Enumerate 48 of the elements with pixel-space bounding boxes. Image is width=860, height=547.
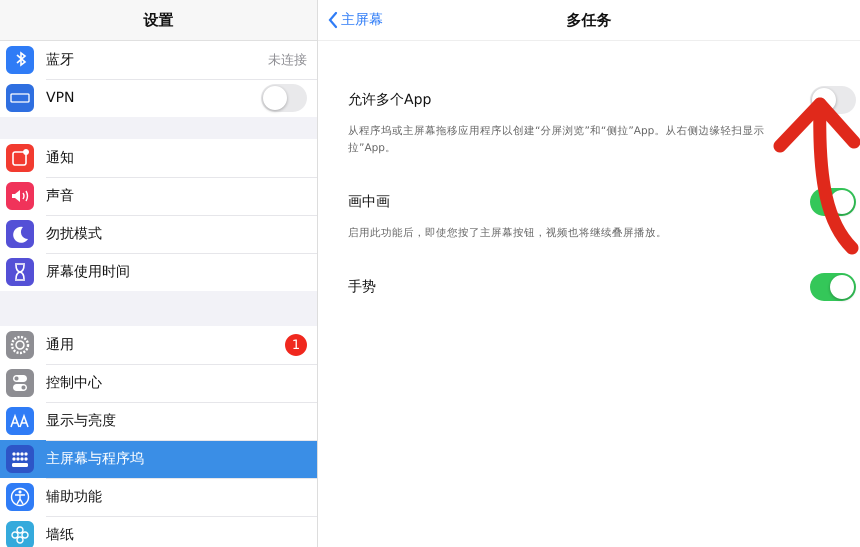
settings-row[interactable]: 声音: [0, 177, 317, 215]
setting-label: 画中画: [348, 193, 390, 211]
app-grid-icon: [6, 445, 34, 473]
moon-icon: [6, 220, 34, 248]
accessibility-icon: [6, 483, 34, 511]
row-label: 控制中心: [46, 374, 103, 392]
vpn-icon: [6, 84, 34, 112]
back-button[interactable]: 主屏幕: [328, 11, 383, 29]
row-label: 声音: [46, 187, 75, 205]
text-size-icon: [6, 407, 34, 435]
description-text: 从程序坞或主屏幕拖移应用程序以创建“分屏浏览”和“侧拉”App。从右侧边缘轻扫显示: [348, 124, 766, 139]
description-text: 启用此功能后，即使您按了主屏幕按钮，视频也将继续叠屏播放。: [348, 226, 668, 241]
notification-badge: 1: [285, 334, 307, 356]
settings-row[interactable]: 控制中心: [0, 364, 317, 402]
settings-row[interactable]: 显示与亮度: [0, 402, 317, 440]
chevron-left-icon: [328, 11, 338, 29]
speaker-icon: [6, 182, 34, 210]
setting-label: 手势: [348, 278, 376, 296]
settings-row[interactable]: 墙纸: [0, 516, 317, 547]
notification-icon: [6, 144, 34, 172]
row-label: 主屏幕与程序坞: [46, 450, 145, 468]
row-label: 墙纸: [46, 526, 75, 544]
row-label: 显示与亮度: [46, 412, 117, 430]
row-label: 蓝牙: [46, 51, 75, 69]
row-label: 通用: [46, 336, 75, 354]
settings-row[interactable]: 屏幕使用时间: [0, 253, 317, 291]
settings-row[interactable]: 勿扰模式: [0, 215, 317, 253]
row-label: 通知: [46, 149, 75, 167]
row-label: VPN: [46, 90, 76, 106]
sidebar-title: 设置: [144, 10, 174, 30]
settings-row[interactable]: 蓝牙 未连接: [0, 41, 317, 79]
page-title: 多任务: [566, 10, 612, 28]
row-label: 辅助功能: [46, 488, 103, 506]
settings-row[interactable]: 通用 1: [0, 326, 317, 364]
row-label: 勿扰模式: [46, 225, 103, 243]
toggles-icon: [6, 369, 34, 397]
row-label: 屏幕使用时间: [46, 263, 131, 281]
description-text: 拉”App。: [348, 141, 397, 156]
setting-label: 允许多个App: [348, 91, 432, 109]
status-text: 未连接: [268, 52, 307, 69]
gear-icon: [6, 331, 34, 359]
settings-row[interactable]: 通知: [0, 139, 317, 177]
hourglass-icon: [6, 258, 34, 286]
toggle-switch[interactable]: [261, 84, 307, 112]
settings-row[interactable]: VPN: [0, 79, 317, 117]
bluetooth-icon: [6, 46, 34, 74]
toggle-switch[interactable]: [810, 273, 856, 301]
settings-row[interactable]: 辅助功能: [0, 478, 317, 516]
